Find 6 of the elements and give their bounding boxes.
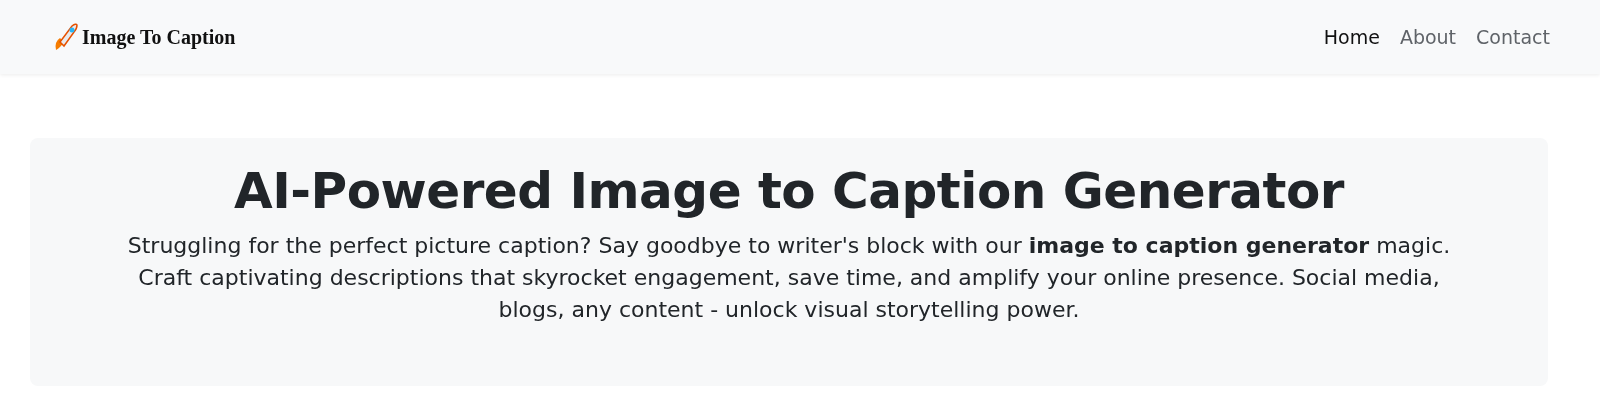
nav-link[interactable]: About bbox=[1399, 26, 1457, 48]
nav-link[interactable]: Contact bbox=[1476, 26, 1550, 48]
hero-text: Struggling for the perfect picture caption? Say goodbye to writer's block with our image to caption generator magic. Craft captivating descriptions that skyrocket engagement, save time, and amplify your online presence. Social media, blogs, any content - unlock visual storytelling power. bbox=[126, 232, 1452, 324]
hero-title: AI-Powered Image to Caption Generator bbox=[234, 162, 1344, 220]
brand-link[interactable]: Image To Caption bbox=[50, 20, 236, 54]
nav-link[interactable]: Home bbox=[1323, 26, 1380, 48]
